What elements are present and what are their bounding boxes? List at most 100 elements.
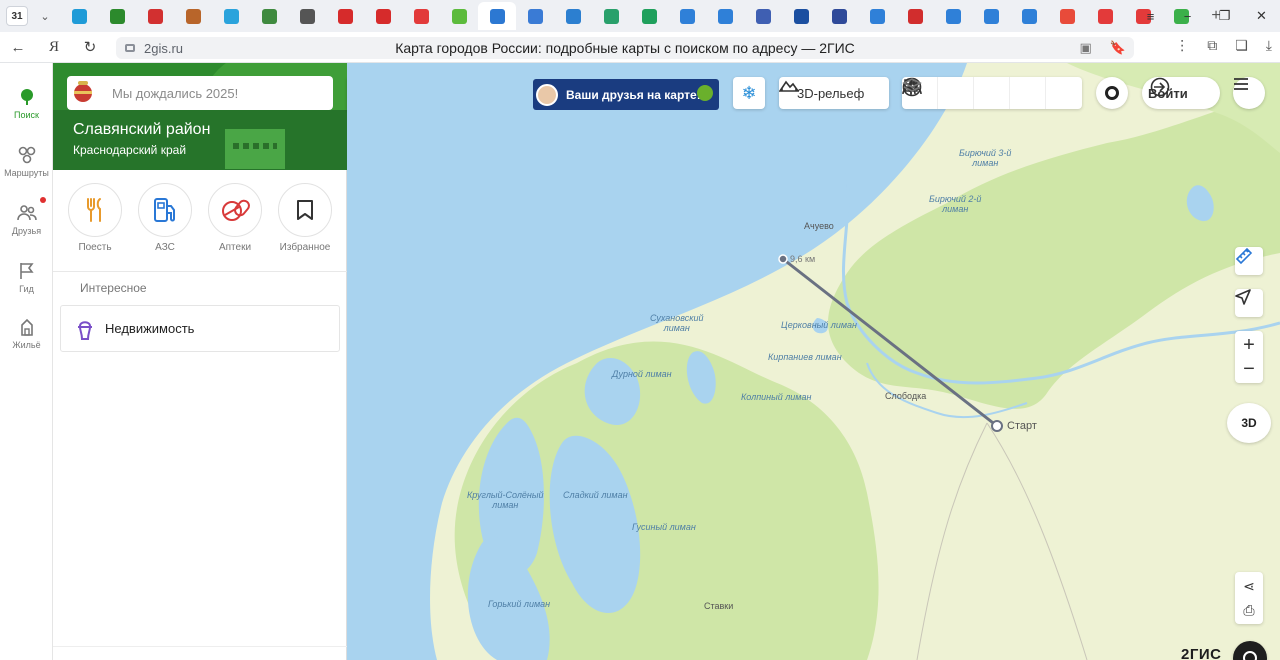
- browser-tab[interactable]: [782, 2, 820, 30]
- rail-item-housing[interactable]: Жильё: [0, 317, 53, 350]
- layer-stack-button[interactable]: [902, 77, 1082, 109]
- locate-button[interactable]: [1235, 289, 1263, 317]
- friends-promo-banner[interactable]: Ваши друзья на карте!: [533, 79, 719, 110]
- layer-prices-button[interactable]: [902, 77, 1010, 109]
- interest-item-label: Недвижимость: [105, 321, 195, 336]
- rail-item-friends[interactable]: Друзья: [0, 197, 53, 236]
- browser-tab[interactable]: [668, 2, 706, 30]
- login-button[interactable]: Войти: [1142, 77, 1220, 109]
- browser-tab[interactable]: [972, 2, 1010, 30]
- minimize-icon[interactable]: −: [1169, 9, 1206, 24]
- lake-label: Церковный лиман: [781, 320, 857, 330]
- reload-icon[interactable]: ↻: [72, 38, 108, 56]
- route-point-start: [991, 420, 1003, 432]
- category-pharmacy[interactable]: Аптеки: [207, 183, 263, 253]
- lake-label: Кирпаниев лиман: [768, 352, 842, 362]
- panel-divider: [53, 271, 347, 272]
- zoom-in-button[interactable]: +: [1243, 333, 1255, 357]
- favicon-icon: [71, 8, 87, 24]
- snowflake-button[interactable]: ❄: [733, 77, 765, 109]
- favicon-icon: [147, 8, 163, 24]
- browser-tab[interactable]: [1086, 2, 1124, 30]
- rail-item-routes[interactable]: Маршруты: [0, 145, 53, 178]
- relief-3d-button[interactable]: 3D-рельеф: [779, 77, 889, 109]
- lake-label: Колпиный лиман: [741, 392, 812, 402]
- chat-icon: [1243, 651, 1257, 660]
- close-window-icon[interactable]: ✕: [1243, 8, 1280, 24]
- brand-logo: 2ГИС: [1181, 646, 1222, 660]
- browser-tab[interactable]: [174, 2, 212, 30]
- browser-tab[interactable]: [1010, 2, 1048, 30]
- browser-tab[interactable]: [630, 2, 668, 30]
- ruler-button[interactable]: [1235, 247, 1263, 275]
- browser-tab[interactable]: [478, 2, 516, 30]
- back-icon[interactable]: ←: [0, 39, 36, 56]
- browser-tab[interactable]: [554, 2, 592, 30]
- url-host: 2gis.ru: [144, 40, 184, 56]
- category-fuel[interactable]: АЗС: [137, 183, 193, 253]
- downloads-icon[interactable]: ⤓: [1266, 37, 1272, 54]
- rail-label: Друзья: [11, 226, 42, 236]
- real-estate-icon: [78, 320, 92, 340]
- collections-icon[interactable]: ❏: [1235, 37, 1248, 54]
- apple-icon: [697, 85, 713, 101]
- restore-icon[interactable]: ❐: [1206, 8, 1243, 24]
- yandex-icon[interactable]: Я: [36, 39, 72, 56]
- lake-label: Горький лиман: [488, 599, 551, 609]
- category-favorites[interactable]: Избранное: [277, 183, 333, 253]
- browser-tab[interactable]: [934, 2, 972, 30]
- panel-footer-line: [53, 646, 347, 647]
- rail-item-search[interactable]: Поиск: [0, 87, 53, 120]
- notification-badge: [40, 197, 46, 203]
- category-pharmacy-circle: [208, 183, 262, 237]
- browser-tab[interactable]: [60, 2, 98, 30]
- region-banner: Славянский район Краснодарский край: [53, 63, 347, 170]
- browser-tab[interactable]: [820, 2, 858, 30]
- 3d-mode-button[interactable]: 3D: [1227, 403, 1271, 443]
- share-icon[interactable]: ⋖: [1243, 574, 1255, 598]
- browser-tab[interactable]: [896, 2, 934, 30]
- town-label: Ачуево: [804, 221, 834, 231]
- browser-tab[interactable]: [1048, 2, 1086, 30]
- print-icon[interactable]: ⎙: [1243, 598, 1254, 622]
- browser-tab[interactable]: [250, 2, 288, 30]
- browser-tab[interactable]: [440, 2, 478, 30]
- calendar-tab[interactable]: 31: [6, 6, 28, 26]
- menu-button[interactable]: [1233, 77, 1265, 109]
- more-icon[interactable]: ⋮: [1175, 37, 1189, 54]
- search-box[interactable]: [67, 76, 333, 110]
- browser-tab[interactable]: [326, 2, 364, 30]
- tabs-dropdown-icon[interactable]: ⌄: [38, 10, 52, 23]
- browser-tab[interactable]: [212, 2, 250, 30]
- interest-item-real-estate[interactable]: Недвижимость: [60, 305, 340, 352]
- pill-icon: [222, 199, 250, 221]
- browser-tab[interactable]: [516, 2, 554, 30]
- browser-tab[interactable]: [136, 2, 174, 30]
- browser-tab[interactable]: [706, 2, 744, 30]
- browser-tab[interactable]: [592, 2, 630, 30]
- browser-tab[interactable]: [858, 2, 896, 30]
- extensions-icon[interactable]: ⧉: [1207, 37, 1217, 54]
- browser-tab[interactable]: [364, 2, 402, 30]
- bookmark-icon: [297, 200, 313, 220]
- zoom-out-button[interactable]: −: [1243, 357, 1255, 381]
- reader-mode-icon[interactable]: ▣: [1080, 40, 1092, 56]
- rail-item-guide[interactable]: Гид: [0, 261, 53, 294]
- search-input[interactable]: [112, 85, 312, 101]
- browser-menu-icon[interactable]: ≡: [1132, 9, 1169, 24]
- category-eat[interactable]: Поесть: [67, 183, 123, 253]
- map-canvas[interactable]: 9,6 км Старт Ачуево Слободка Ставки Бирю…: [347, 63, 1280, 660]
- browser-tab[interactable]: [744, 2, 782, 30]
- loop-button[interactable]: [1096, 77, 1128, 109]
- layer-signs-button[interactable]: [902, 77, 1046, 109]
- browser-tab[interactable]: [288, 2, 326, 30]
- url-field[interactable]: 2gis.ru Карта городов России: подробные …: [116, 37, 1134, 59]
- layer-friends-button[interactable]: [902, 77, 974, 109]
- browser-tab[interactable]: [98, 2, 136, 30]
- favicon-icon: [413, 8, 429, 24]
- browser-tab[interactable]: [402, 2, 440, 30]
- lake-label: Бирючий 2-й лиман: [929, 194, 982, 214]
- bookmark-page-icon[interactable]: 🔖: [1110, 40, 1126, 56]
- lake-label: Сладкий лиман: [563, 490, 628, 500]
- favicon-icon: [831, 8, 847, 24]
